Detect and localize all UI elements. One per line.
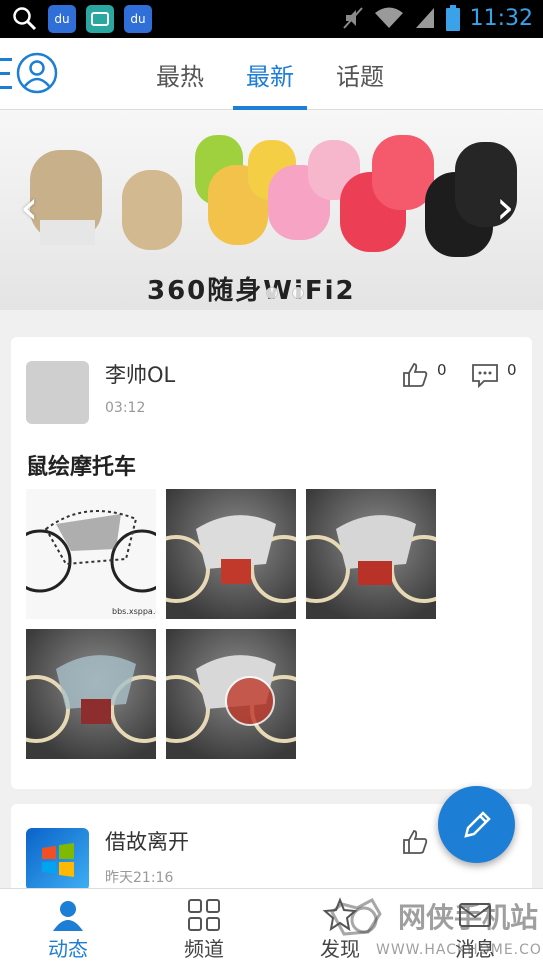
post-image[interactable] — [26, 629, 156, 759]
status-bar: du du 11:32 — [0, 0, 543, 38]
comment-icon — [472, 364, 498, 389]
watermark-url: WWW.HACKHOME.COM — [376, 942, 543, 958]
nav-item-channels[interactable]: 频道 — [136, 889, 272, 966]
post-card[interactable]: 李帅OL 03:12 0 0 鼠绘摩托车 bbs.xsppa.cn — [11, 337, 532, 789]
watermark-text: 网侠手机站 — [398, 901, 539, 934]
like-button[interactable] — [401, 828, 429, 856]
grid-icon — [188, 899, 220, 931]
baidu-app-icon-2: du — [124, 5, 152, 33]
banner-caption: 360随身WiFi2 — [147, 276, 356, 306]
nav-label: 动态 — [48, 937, 88, 961]
motorcycle-render-image — [306, 515, 436, 603]
post-title[interactable]: 鼠绘摩托车 — [26, 449, 136, 481]
post-image[interactable]: bbs.xsppa.cn — [26, 489, 156, 619]
motorcycle-render-image — [166, 515, 296, 603]
banner-next-icon[interactable]: › — [496, 180, 514, 234]
nav-label: 频道 — [184, 937, 224, 961]
compose-button[interactable] — [438, 786, 515, 863]
pencil-icon — [463, 810, 491, 838]
user-menu-button[interactable] — [0, 52, 60, 96]
top-bar: 最热 最新 话题 — [0, 38, 543, 110]
motorcycle-render-image — [26, 655, 156, 743]
like-count: 0 — [437, 361, 447, 379]
search-icon — [13, 7, 37, 31]
banner-prev-icon[interactable]: ‹ — [20, 180, 38, 234]
watermark-logo-icon — [330, 897, 382, 936]
carousel-indicator — [266, 287, 304, 299]
baidu-app-icon: du — [48, 5, 76, 33]
avatar[interactable] — [26, 828, 89, 891]
app-notification-icon — [86, 5, 114, 33]
image-credit: bbs.xsppa.cn — [112, 607, 156, 616]
watermark: 网侠手机站 WWW.HACKHOME.COM — [318, 890, 543, 966]
carousel-dot[interactable] — [292, 287, 304, 299]
feed-tabs: 最热 最新 话题 — [135, 38, 405, 110]
post-author[interactable]: 李帅OL — [105, 359, 175, 389]
battery-icon — [445, 5, 460, 31]
wifi-icon — [374, 7, 403, 28]
nav-item-activity[interactable]: 动态 — [0, 889, 136, 966]
comment-button[interactable]: 0 — [471, 361, 517, 389]
windows-logo-icon — [41, 842, 74, 877]
post-time: 昨天21:16 — [105, 870, 174, 886]
post-time: 03:12 — [105, 400, 146, 416]
mute-icon — [342, 7, 363, 29]
user-avatar-icon — [16, 52, 58, 94]
like-button[interactable]: 0 — [401, 361, 447, 389]
post-image[interactable] — [306, 489, 436, 619]
motorcycle-sketch-image — [26, 510, 156, 593]
tab-latest[interactable]: 最新 — [225, 38, 315, 110]
thumbs-up-icon — [403, 363, 428, 387]
clock: 11:32 — [469, 5, 533, 31]
post-image[interactable] — [166, 489, 296, 619]
motorcycle-render-image — [166, 655, 296, 743]
thumbs-up-icon — [403, 830, 428, 854]
comment-count: 0 — [507, 361, 517, 379]
tab-hot[interactable]: 最热 — [135, 38, 225, 110]
post-author[interactable]: 借故离开 — [105, 826, 189, 856]
tab-topics[interactable]: 话题 — [315, 38, 405, 110]
signal-icon — [415, 8, 434, 28]
avatar[interactable] — [26, 361, 89, 424]
carousel-dot[interactable] — [266, 287, 278, 299]
banner-carousel[interactable]: 360随身WiFi2 ‹ › — [0, 110, 543, 310]
post-image[interactable] — [166, 629, 296, 759]
person-icon — [53, 901, 83, 931]
